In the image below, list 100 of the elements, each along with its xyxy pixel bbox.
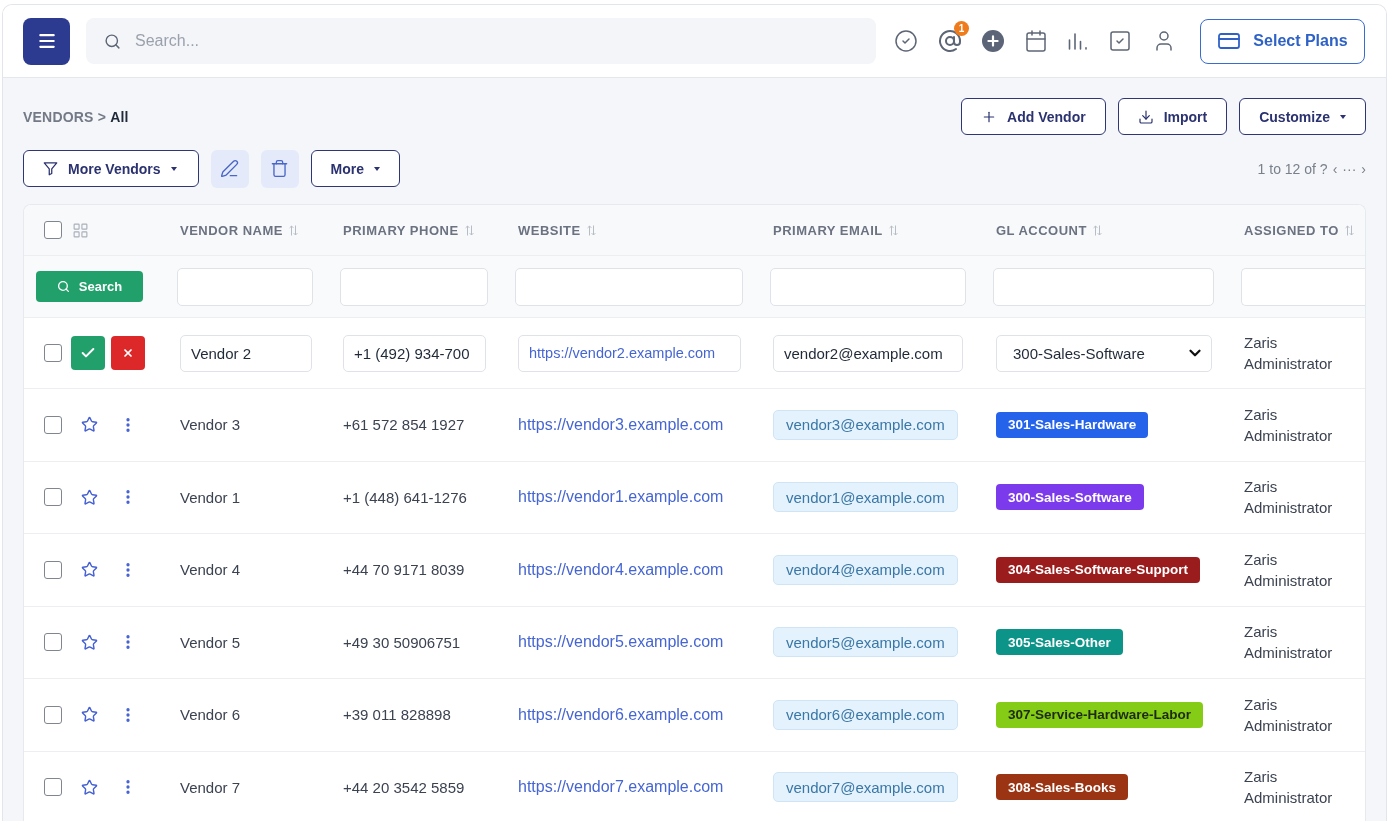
filter-input[interactable] <box>1241 267 1365 306</box>
check-circle-icon[interactable] <box>894 29 918 53</box>
email-chip[interactable]: vendor3@example.com <box>773 409 958 440</box>
gl-account-tag: 307-Service-Hardware-Labor <box>996 701 1204 728</box>
search-icon <box>56 280 70 293</box>
checkbox[interactable] <box>44 488 62 507</box>
column-header[interactable]: ASSIGNED TO <box>1244 222 1339 238</box>
column-header[interactable]: WEBSITE <box>518 222 581 238</box>
website-link[interactable]: https://vendor5.example.com <box>518 633 724 652</box>
checkbox[interactable] <box>44 633 62 652</box>
caret-icon <box>170 166 177 171</box>
gl-account-tag: 308-Sales-Books <box>996 774 1129 801</box>
checkbox[interactable] <box>44 560 62 579</box>
edit-button[interactable] <box>210 149 249 188</box>
dropdown-button[interactable]: Customize <box>1239 98 1366 135</box>
email-chip[interactable]: vendor5@example.com <box>773 627 958 658</box>
add-button[interactable]: Add Vendor <box>961 98 1106 135</box>
assignee-name: Zaris Administrator <box>1244 767 1334 809</box>
star-icon[interactable] <box>81 633 98 651</box>
assignee-name: Zaris Administrator <box>1244 694 1334 736</box>
menu-button[interactable] <box>23 17 70 65</box>
column-header[interactable]: GL ACCOUNT <box>996 222 1087 238</box>
filter-input[interactable] <box>340 267 488 306</box>
more-dropdown-button[interactable]: More <box>310 150 401 187</box>
previous-page-link[interactable]: ‹ <box>1332 160 1338 177</box>
phone-number: +44 70 9171 8039 <box>343 561 465 579</box>
menu-icon <box>36 31 57 51</box>
phone-number: +61 572 854 1927 <box>343 416 465 434</box>
vendor-name: Vendor 7 <box>180 778 241 796</box>
filter-dropdown-button[interactable]: More Vendors <box>23 150 199 187</box>
phone-number: +39 011 828898 <box>343 706 451 724</box>
column-header[interactable]: VENDOR NAME <box>180 222 283 238</box>
phone-number: +1 (448) 641-1276 <box>343 488 467 506</box>
gl-account-tag: 300-Sales-Software <box>996 484 1144 511</box>
website-link[interactable]: https://vendor3.example.com <box>518 415 724 434</box>
grid-view-icon[interactable] <box>72 221 89 239</box>
star-icon[interactable] <box>81 416 98 434</box>
import-button[interactable]: Import <box>1117 98 1228 135</box>
star-icon[interactable] <box>81 488 98 506</box>
phone-number: +49 30 50906751 <box>343 633 461 651</box>
email-chip[interactable]: vendor6@example.com <box>773 699 958 730</box>
caret-icon <box>374 166 381 171</box>
assignee-name: Zaris Administrator <box>1244 333 1334 374</box>
star-icon[interactable] <box>81 706 98 724</box>
email-chip[interactable]: vendor1@example.com <box>773 482 958 513</box>
website-link[interactable]: https://vendor6.example.com <box>518 705 724 724</box>
checkbox-square-icon[interactable] <box>1108 29 1132 53</box>
star-icon[interactable] <box>81 561 98 579</box>
select-plans-button[interactable]: Select Plans <box>1200 18 1365 64</box>
search-icon <box>104 33 121 50</box>
trash-icon <box>270 159 290 178</box>
vendor-name: Vendor 6 <box>180 706 241 724</box>
calendar-icon[interactable] <box>1024 29 1048 53</box>
search-button[interactable]: Search <box>36 271 143 302</box>
phone-input[interactable]: +1 (492) 934-700 <box>343 334 486 372</box>
filter-icon <box>43 161 58 176</box>
breadcrumb: VENDORS > All <box>23 108 129 125</box>
bar-chart-icon[interactable] <box>1068 32 1088 50</box>
website-link[interactable]: https://vendor1.example.com <box>518 488 724 507</box>
checkbox[interactable] <box>44 344 62 362</box>
vendor-name-input[interactable]: Vendor 2 <box>180 334 312 372</box>
column-header[interactable]: PRIMARY EMAIL <box>773 222 883 238</box>
close-icon <box>122 347 134 359</box>
filter-input[interactable] <box>177 267 313 306</box>
gl-account-tag: 304-Sales-Software-Support <box>996 556 1201 583</box>
vendor-name: Vendor 5 <box>180 633 241 651</box>
vendor-name: Vendor 3 <box>180 416 241 434</box>
website-input[interactable]: https://vendor2.example.com <box>518 334 741 372</box>
column-header[interactable]: PRIMARY PHONE <box>343 222 459 238</box>
filter-input[interactable] <box>993 267 1214 306</box>
filter-input[interactable] <box>770 267 966 306</box>
email-input[interactable]: vendor2@example.com <box>773 334 963 372</box>
notification-badge: 1 <box>954 21 969 36</box>
gl-account-select[interactable]: 300-Sales-Software <box>996 334 1212 372</box>
star-icon[interactable] <box>81 778 98 796</box>
next-page-link[interactable]: › <box>1361 160 1366 177</box>
save-button[interactable] <box>71 336 105 370</box>
delete-button[interactable] <box>260 149 299 188</box>
page-ellipsis: ··· <box>1342 160 1357 177</box>
email-chip[interactable]: vendor7@example.com <box>773 772 958 803</box>
caret-icon <box>1340 114 1346 119</box>
gl-account-tag: 305-Sales-Other <box>996 629 1123 656</box>
assignee-name: Zaris Administrator <box>1244 622 1334 664</box>
checkbox[interactable] <box>44 221 62 239</box>
gl-account-tag: 301-Sales-Hardware <box>996 411 1149 438</box>
website-link[interactable]: https://vendor4.example.com <box>518 560 724 579</box>
phone-number: +44 20 3542 5859 <box>343 778 465 796</box>
pencil-icon <box>220 159 240 178</box>
checkbox[interactable] <box>44 705 62 724</box>
cancel-button[interactable] <box>111 336 145 370</box>
search-field[interactable]: Search... <box>86 18 876 64</box>
assignee-name: Zaris Administrator <box>1244 549 1334 591</box>
assignee-name: Zaris Administrator <box>1244 477 1334 519</box>
checkbox[interactable] <box>44 778 62 797</box>
email-chip[interactable]: vendor4@example.com <box>773 554 958 585</box>
pagination-summary: 1 to 12 of ? <box>1257 160 1328 177</box>
filter-input[interactable] <box>515 267 743 306</box>
checkbox[interactable] <box>44 415 62 434</box>
add-circle-icon[interactable] <box>982 30 1004 52</box>
website-link[interactable]: https://vendor7.example.com <box>518 778 724 797</box>
